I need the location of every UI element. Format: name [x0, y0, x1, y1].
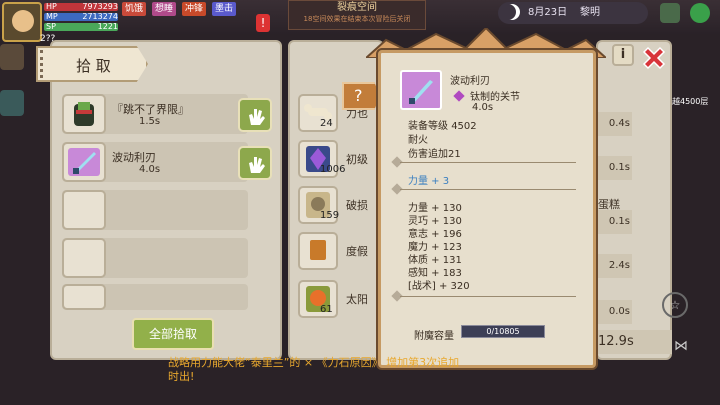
- tooltip-trait: 伤害追加21: [408, 149, 461, 160]
- loot-name: 破损: [346, 199, 368, 212]
- loot-count: 61: [320, 304, 333, 315]
- screen-icon[interactable]: [660, 3, 680, 23]
- sp-bar: SP 1221: [44, 22, 118, 31]
- blade-icon: [68, 148, 100, 176]
- divider: [400, 162, 576, 163]
- close-icon: [642, 46, 666, 70]
- floor-text: 越4500层: [672, 97, 709, 106]
- loot-row[interactable]: 61 太阳: [298, 280, 378, 318]
- enchant-label: 附魔容量: [414, 331, 454, 342]
- item-slot: [62, 238, 106, 278]
- right-time: 0.0s: [598, 300, 632, 324]
- hand-icon: [249, 157, 265, 173]
- date-text: 8月23日: [528, 7, 568, 18]
- mp-bar: MP 2713274: [44, 12, 118, 21]
- hand-icon: [249, 109, 265, 125]
- debuff-sleepy[interactable]: 想睡: [152, 2, 177, 16]
- info-button[interactable]: i: [612, 44, 634, 66]
- tooltip-item-icon: [400, 70, 442, 110]
- pickup-row[interactable]: 『跳不了界限』 1.5s: [62, 94, 248, 134]
- notebook-spiral: [40, 50, 54, 78]
- divider: [400, 296, 576, 297]
- tooltip-bonus: 力量 + 3: [408, 176, 450, 187]
- tooltip-stat: [战术] + 320: [408, 281, 470, 292]
- rift-space-banner[interactable]: 裂痕空间 18空间效果在结束本次冒险后关闭: [288, 0, 426, 30]
- player-avatar[interactable]: [2, 2, 42, 42]
- pickup-all-button[interactable]: 全部拾取: [132, 318, 214, 350]
- tooltip-trait: 耐火: [408, 135, 428, 146]
- warning-icon[interactable]: !: [256, 14, 270, 32]
- rift-subtitle: 18空间效果在结束本次冒险后关闭: [303, 15, 411, 23]
- item-time: 1.5s: [139, 116, 161, 127]
- item-name: 波动利刃: [112, 151, 156, 164]
- loot-count: 24: [320, 118, 333, 129]
- globe-icon[interactable]: [690, 3, 710, 23]
- loot-row[interactable]: 159 破损: [298, 186, 378, 224]
- loot-name: 初级: [346, 153, 368, 166]
- item-slot: [62, 284, 106, 310]
- item-slot: [62, 142, 106, 182]
- pickup-row-empty[interactable]: [62, 190, 248, 230]
- loot-row[interactable]: 1006 初级: [298, 140, 378, 178]
- item-name: 『跳不了界限』: [112, 103, 189, 116]
- pickup-row-empty[interactable]: [62, 284, 248, 310]
- debuff-hunger[interactable]: 饥饿: [122, 2, 147, 16]
- right-time: 0.4s: [598, 112, 632, 136]
- right-time: 0.1s: [598, 156, 632, 180]
- tooltip-cast-time: 4.0s: [472, 102, 494, 113]
- grab-button[interactable]: [238, 98, 272, 132]
- date-display: 8月23日 黎明: [498, 2, 648, 24]
- question-icon: ?: [354, 86, 363, 105]
- hp-bar: HP 7973293: [44, 2, 118, 11]
- debuff-charge[interactable]: 冲锋: [182, 2, 207, 16]
- pickup-row[interactable]: 波动利刃 4.0s: [62, 142, 248, 182]
- right-time: 2.4s: [598, 254, 632, 278]
- side-skill-icon[interactable]: [0, 90, 24, 116]
- rift-title: 裂痕空间: [337, 2, 377, 13]
- armor-icon: [74, 102, 94, 126]
- total-time: 12.9s: [596, 330, 672, 354]
- loot-count: 159: [320, 210, 340, 221]
- pickup-title: 拾 取: [76, 57, 111, 75]
- share-icon[interactable]: ⋈: [674, 338, 694, 358]
- loot-row[interactable]: 度假: [298, 232, 378, 270]
- star-icon[interactable]: ☆: [662, 292, 688, 318]
- tooltip-equip-level: 装备等级 4502: [408, 121, 477, 132]
- debuff-ink[interactable]: 墨击: [212, 2, 237, 16]
- close-button[interactable]: [640, 44, 668, 72]
- right-time: 0.1s: [598, 210, 632, 234]
- side-menu-icon[interactable]: [0, 44, 24, 70]
- enchant-capacity-bar: 0/10805: [461, 325, 545, 338]
- loot-name: 度假: [346, 245, 368, 258]
- tooltip-item-name: 波动利刃: [450, 76, 490, 87]
- book-icon: [298, 232, 338, 270]
- divider: [400, 189, 576, 190]
- item-slot: [62, 94, 106, 134]
- moon-icon: [504, 4, 520, 20]
- grab-button[interactable]: [238, 146, 272, 180]
- bottom-message: 战略用力能大佬“泰里兰”的 × 《力石原因》 增加第3次追加时出!: [168, 356, 460, 383]
- tooltip-material: 钛制的关节: [470, 92, 520, 103]
- loot-name: 太阳: [346, 293, 368, 306]
- loot-count: 1006: [320, 164, 346, 175]
- item-time: 4.0s: [139, 164, 161, 175]
- item-slot: [62, 190, 106, 230]
- time-of-day: 黎明: [580, 7, 600, 18]
- pickup-row-empty[interactable]: [62, 238, 248, 278]
- unknown-item-tag[interactable]: ?: [342, 82, 380, 110]
